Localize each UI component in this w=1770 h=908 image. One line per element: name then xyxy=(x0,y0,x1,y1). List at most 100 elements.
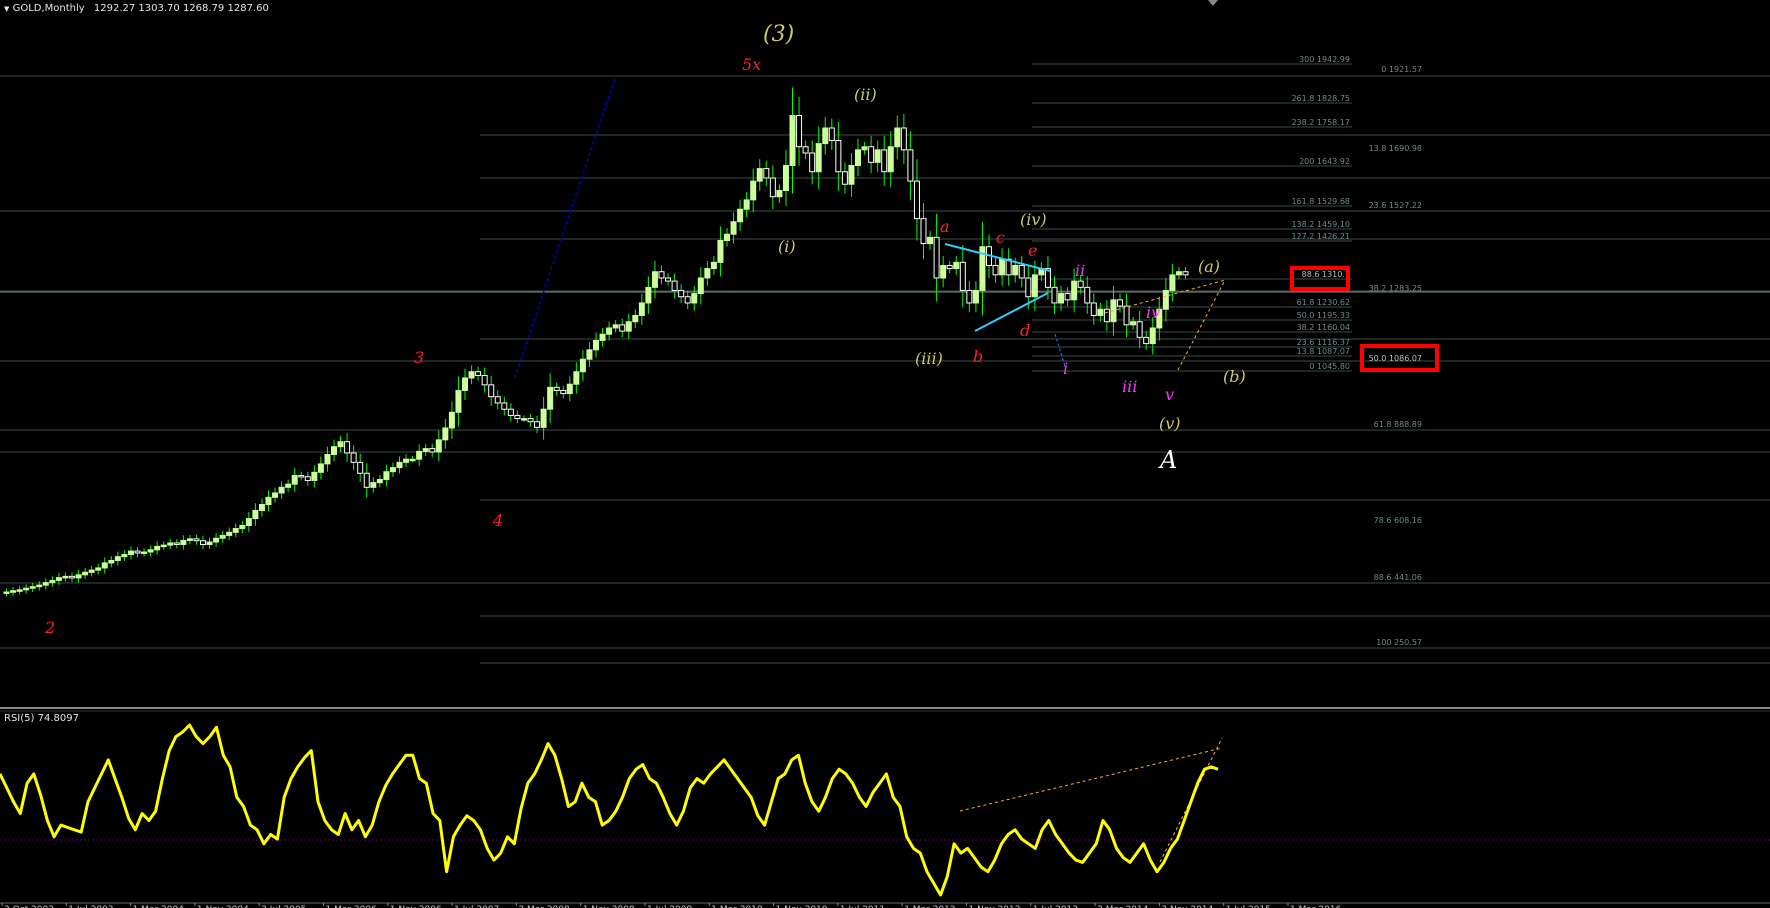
candle-body xyxy=(344,441,351,454)
candle-body xyxy=(599,333,606,341)
candle-body xyxy=(573,371,580,385)
candle-body xyxy=(455,389,462,413)
candle-body xyxy=(206,541,213,546)
candle-body xyxy=(337,441,344,448)
candle-body xyxy=(127,550,134,556)
candle-body xyxy=(815,143,822,173)
candle-body xyxy=(625,321,632,332)
candle-body xyxy=(730,221,737,235)
candle-body xyxy=(383,471,390,481)
candle-body xyxy=(828,127,835,141)
fib-far-labels: 0 1921.57 13.8 1690.98 23.6 1527.22 38.2 12… xyxy=(1369,65,1422,647)
rsi-line xyxy=(0,723,1219,897)
candle-body xyxy=(619,324,626,332)
candle-body xyxy=(769,177,776,198)
fib-near-label: 61.8 1230.62 xyxy=(1297,298,1350,307)
candle-body xyxy=(160,544,167,548)
candle-body xyxy=(848,164,855,185)
symbol-label: GOLD,Monthly xyxy=(12,3,85,14)
candle-body xyxy=(49,579,56,584)
candle-body xyxy=(311,471,318,481)
candle-body xyxy=(586,349,593,360)
candle-body xyxy=(226,531,233,536)
candle-body xyxy=(468,371,475,379)
wave-labels: (3) 5x (ii) (i) (iv) (iii) a b c d e ii … xyxy=(44,22,1246,637)
candle-body xyxy=(724,233,730,241)
wave-label-v-magenta: v xyxy=(1165,385,1174,404)
candle-body xyxy=(579,358,586,373)
candle-body xyxy=(632,314,639,323)
candle-body xyxy=(540,408,547,428)
candle-body xyxy=(167,542,174,546)
fib-near-label: 38.2 1160.04 xyxy=(1297,323,1350,332)
candle-body xyxy=(1071,280,1078,301)
wave-label-b-red: b xyxy=(973,347,983,366)
wave-label-b-olive: (b) xyxy=(1223,367,1246,386)
candle-body xyxy=(966,289,973,304)
candle-body xyxy=(42,582,49,586)
fib-near-label: 161.8 1529.68 xyxy=(1291,197,1350,206)
candle-body xyxy=(789,114,796,166)
candle-body xyxy=(448,411,455,429)
candle-body xyxy=(835,139,842,173)
candle-body xyxy=(861,146,868,151)
candle-body xyxy=(121,554,128,558)
candle-body xyxy=(501,402,508,410)
candle-body xyxy=(324,454,331,465)
candle-body xyxy=(154,545,161,551)
candle-body xyxy=(710,261,717,270)
candle-body xyxy=(756,168,763,182)
candle-body xyxy=(907,149,914,182)
wave-label-2-red: 2 xyxy=(44,618,55,637)
chart-canvas[interactable]: 300 1942.99 261.8 1828.75 238.2 1758.17 200… xyxy=(0,0,1770,908)
date-axis: 2 Oct 20021 Jul 20031 Mar 20041 Nov 2004… xyxy=(1,903,1342,908)
candle-body xyxy=(651,271,658,288)
wave-label-e-red: e xyxy=(1028,241,1037,260)
candle-body xyxy=(520,418,527,421)
fib-near-label: 88.6 1310.7 xyxy=(1302,270,1350,279)
candle-body xyxy=(1175,271,1182,276)
fib-far-label: 0 1921.57 xyxy=(1381,65,1422,74)
fib-near-label: 50.0 1195.33 xyxy=(1297,311,1350,320)
candle-body xyxy=(900,127,907,151)
wave-label-4-red: 4 xyxy=(492,511,503,530)
candle-body xyxy=(363,472,370,488)
wave3-projection-line xyxy=(514,77,616,379)
candle-body xyxy=(1058,293,1065,304)
candle-body xyxy=(232,528,239,533)
candle-body xyxy=(69,575,75,579)
dropdown-arrow-icon[interactable]: ▼ xyxy=(4,5,9,13)
fib-far-label: 50.0 1086.07 xyxy=(1369,354,1422,363)
candle-body xyxy=(462,377,468,391)
candle-body xyxy=(809,152,816,173)
wave-label-v-olive: (v) xyxy=(1159,414,1181,433)
wave-label-A-white: A xyxy=(1158,446,1177,474)
candle-body xyxy=(999,258,1006,276)
candle-body xyxy=(612,324,619,329)
candle-body xyxy=(527,418,534,423)
chart-header: ▼ GOLD,Monthly 1292.27 1303.70 1268.79 1… xyxy=(4,3,269,14)
candle-body xyxy=(665,277,672,282)
rsi-header: RSI(5) 74.8097 xyxy=(4,713,79,724)
candle-body xyxy=(141,551,148,555)
candle-body xyxy=(62,575,69,579)
candle-body xyxy=(488,384,495,398)
candle-body xyxy=(933,236,940,279)
shift-marker-icon[interactable] xyxy=(1208,0,1218,6)
candle-body xyxy=(717,239,724,263)
candle-body xyxy=(114,556,121,561)
fib-far-label: 100 250.57 xyxy=(1376,638,1422,647)
candle-body xyxy=(684,296,691,304)
rsi-divergence-line xyxy=(959,747,1223,812)
candle-body xyxy=(101,562,108,569)
candle-body xyxy=(553,386,560,391)
candle-body xyxy=(245,518,252,526)
candle-body xyxy=(750,180,757,201)
candle-body xyxy=(1077,280,1084,288)
candle-body xyxy=(782,164,789,191)
candle-body xyxy=(108,559,115,564)
candle-body xyxy=(972,289,979,304)
wave-label-iv-olive: (iv) xyxy=(1020,210,1047,229)
candle-body xyxy=(743,199,750,210)
candle-body xyxy=(200,540,206,546)
